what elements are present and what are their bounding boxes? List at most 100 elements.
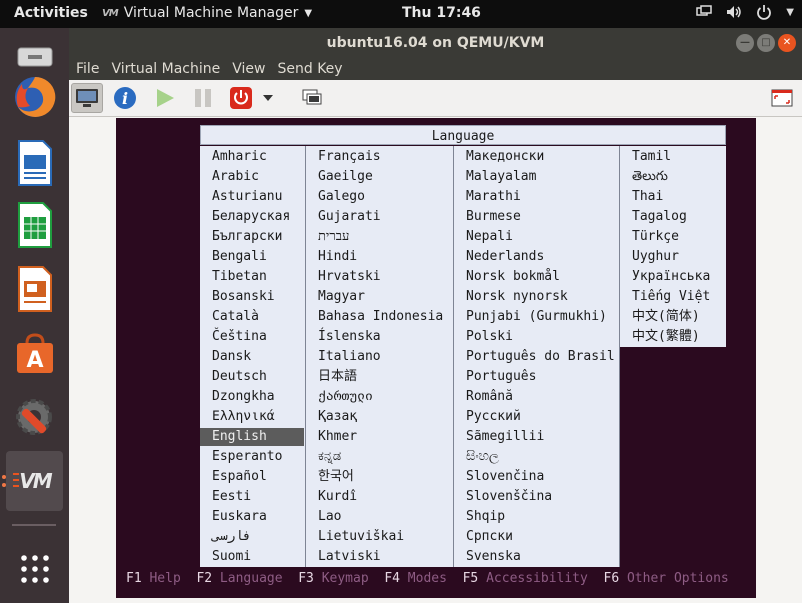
fkey-f2[interactable]: F2 Language: [196, 571, 282, 586]
language-option[interactable]: Български: [212, 228, 282, 246]
fullscreen-button[interactable]: [766, 83, 798, 113]
impress-icon[interactable]: [6, 260, 63, 317]
close-button[interactable]: ✕: [778, 34, 796, 52]
language-option[interactable]: Arabic: [212, 168, 259, 186]
language-option[interactable]: Íslenska: [318, 328, 381, 346]
language-option[interactable]: ಕನ್ನಡ: [318, 448, 341, 466]
window-titlebar[interactable]: ubuntu16.04 on QEMU/KVM — □ ✕: [69, 28, 802, 58]
fkey-f4[interactable]: F4 Modes: [384, 571, 447, 586]
language-option[interactable]: Latviski: [318, 548, 381, 566]
language-option[interactable]: Burmese: [466, 208, 521, 226]
fkey-f1[interactable]: F1 Help: [126, 571, 181, 586]
pause-button[interactable]: [187, 83, 219, 113]
language-option[interactable]: Türkçe: [632, 228, 679, 246]
language-option[interactable]: Malayalam: [466, 168, 536, 186]
language-option[interactable]: Español: [212, 468, 267, 486]
language-option[interactable]: Lao: [318, 508, 341, 526]
language-option[interactable]: Khmer: [318, 428, 357, 446]
language-option[interactable]: Punjabi (Gurmukhi): [466, 308, 607, 326]
clock[interactable]: Thu 17:46: [402, 5, 481, 21]
language-option[interactable]: Slovenčina: [466, 468, 544, 486]
menu-view[interactable]: View: [232, 58, 265, 80]
language-option[interactable]: Polski: [466, 328, 513, 346]
language-option[interactable]: Norsk bokmål: [466, 268, 560, 286]
language-option[interactable]: Українська: [632, 268, 710, 286]
language-option[interactable]: Français: [318, 148, 381, 166]
language-option[interactable]: Deutsch: [212, 368, 267, 386]
menu-virtual-machine[interactable]: Virtual Machine: [111, 58, 220, 80]
language-option[interactable]: Gaeilge: [318, 168, 373, 186]
activities-button[interactable]: Activities: [14, 5, 88, 21]
language-option[interactable]: 한국어: [318, 468, 354, 486]
system-settings-icon[interactable]: [6, 388, 63, 445]
language-option[interactable]: Magyar: [318, 288, 365, 306]
snapshots-button[interactable]: [297, 83, 329, 113]
firefox-icon[interactable]: [6, 68, 63, 125]
fkey-f6[interactable]: F6 Other Options: [604, 571, 729, 586]
details-view-button[interactable]: i: [109, 83, 141, 113]
language-option[interactable]: Bosanski: [212, 288, 275, 306]
shutdown-button[interactable]: [225, 83, 257, 113]
language-option[interactable]: Dansk: [212, 348, 251, 366]
run-button[interactable]: [149, 83, 181, 113]
language-option[interactable]: ქართული: [318, 388, 373, 406]
calc-icon[interactable]: [6, 196, 63, 253]
language-option[interactable]: 中文(简体): [632, 308, 700, 326]
menu-send-key[interactable]: Send Key: [277, 58, 342, 80]
language-option[interactable]: Română: [466, 388, 513, 406]
language-option[interactable]: فارسی: [212, 528, 251, 546]
language-option[interactable]: Sãmegillii: [466, 428, 544, 446]
shutdown-menu-button[interactable]: [259, 83, 277, 113]
language-option[interactable]: Bengali: [212, 248, 267, 266]
language-option[interactable]: සිංහල: [466, 448, 499, 466]
language-option[interactable]: Marathi: [466, 188, 521, 206]
language-option[interactable]: Ελληνικά: [212, 408, 275, 426]
language-option[interactable]: Čeština: [212, 328, 267, 346]
language-option[interactable]: Русский: [466, 408, 521, 426]
language-option[interactable]: Português: [466, 368, 536, 386]
language-option[interactable]: עברית: [318, 228, 349, 246]
language-option[interactable]: Македонски: [466, 148, 544, 166]
minimize-button[interactable]: —: [736, 34, 754, 52]
language-option[interactable]: Shqip: [466, 508, 505, 526]
volume-icon[interactable]: [726, 4, 742, 24]
language-option[interactable]: Amharic: [212, 148, 267, 166]
language-option[interactable]: Bahasa Indonesia: [318, 308, 443, 326]
writer-icon[interactable]: [6, 134, 63, 191]
language-option[interactable]: Tagalog: [632, 208, 687, 226]
maximize-button[interactable]: □: [757, 34, 775, 52]
power-icon[interactable]: [756, 4, 772, 24]
language-option[interactable]: Norsk nynorsk: [466, 288, 568, 306]
language-option[interactable]: Italiano: [318, 348, 381, 366]
chevron-down-icon[interactable]: ▼: [786, 4, 794, 24]
system-tray[interactable]: ▼: [696, 4, 794, 24]
language-option[interactable]: Uyghur: [632, 248, 679, 266]
language-option[interactable]: Thai: [632, 188, 663, 206]
language-option[interactable]: Nepali: [466, 228, 513, 246]
language-option[interactable]: Tiếng Việt: [632, 288, 710, 306]
language-option[interactable]: Hrvatski: [318, 268, 381, 286]
language-option[interactable]: Nederlands: [466, 248, 544, 266]
installer-screen[interactable]: Language Amharic Arabic Asturianu Беларуска…: [116, 118, 756, 598]
language-option[interactable]: Српски: [466, 528, 513, 546]
network-icon[interactable]: [696, 4, 713, 24]
language-option[interactable]: Lietuviškai: [318, 528, 404, 546]
app-menu[interactable]: VM Virtual Machine Manager ▼: [102, 5, 312, 21]
language-option[interactable]: Euskara: [212, 508, 267, 526]
software-center-icon[interactable]: A: [6, 324, 63, 381]
language-option[interactable]: Hindi: [318, 248, 357, 266]
language-option[interactable]: Slovenščina: [466, 488, 552, 506]
language-option[interactable]: Dzongkha: [212, 388, 275, 406]
language-option[interactable]: Tamil: [632, 148, 671, 166]
app-grid-icon[interactable]: [6, 540, 63, 597]
language-option[interactable]: Svenska: [466, 548, 521, 566]
virt-manager-icon[interactable]: VM: [6, 451, 63, 511]
language-option[interactable]: Gujarati: [318, 208, 381, 226]
language-option[interactable]: 中文(繁體): [632, 328, 700, 346]
language-option[interactable]: Català: [212, 308, 259, 326]
language-option[interactable]: Esperanto: [212, 448, 282, 466]
language-option[interactable]: Galego: [318, 188, 365, 206]
language-option[interactable]: 日本語: [318, 368, 357, 386]
language-option[interactable]: Қазақ: [318, 408, 357, 426]
menu-file[interactable]: File: [76, 58, 99, 80]
